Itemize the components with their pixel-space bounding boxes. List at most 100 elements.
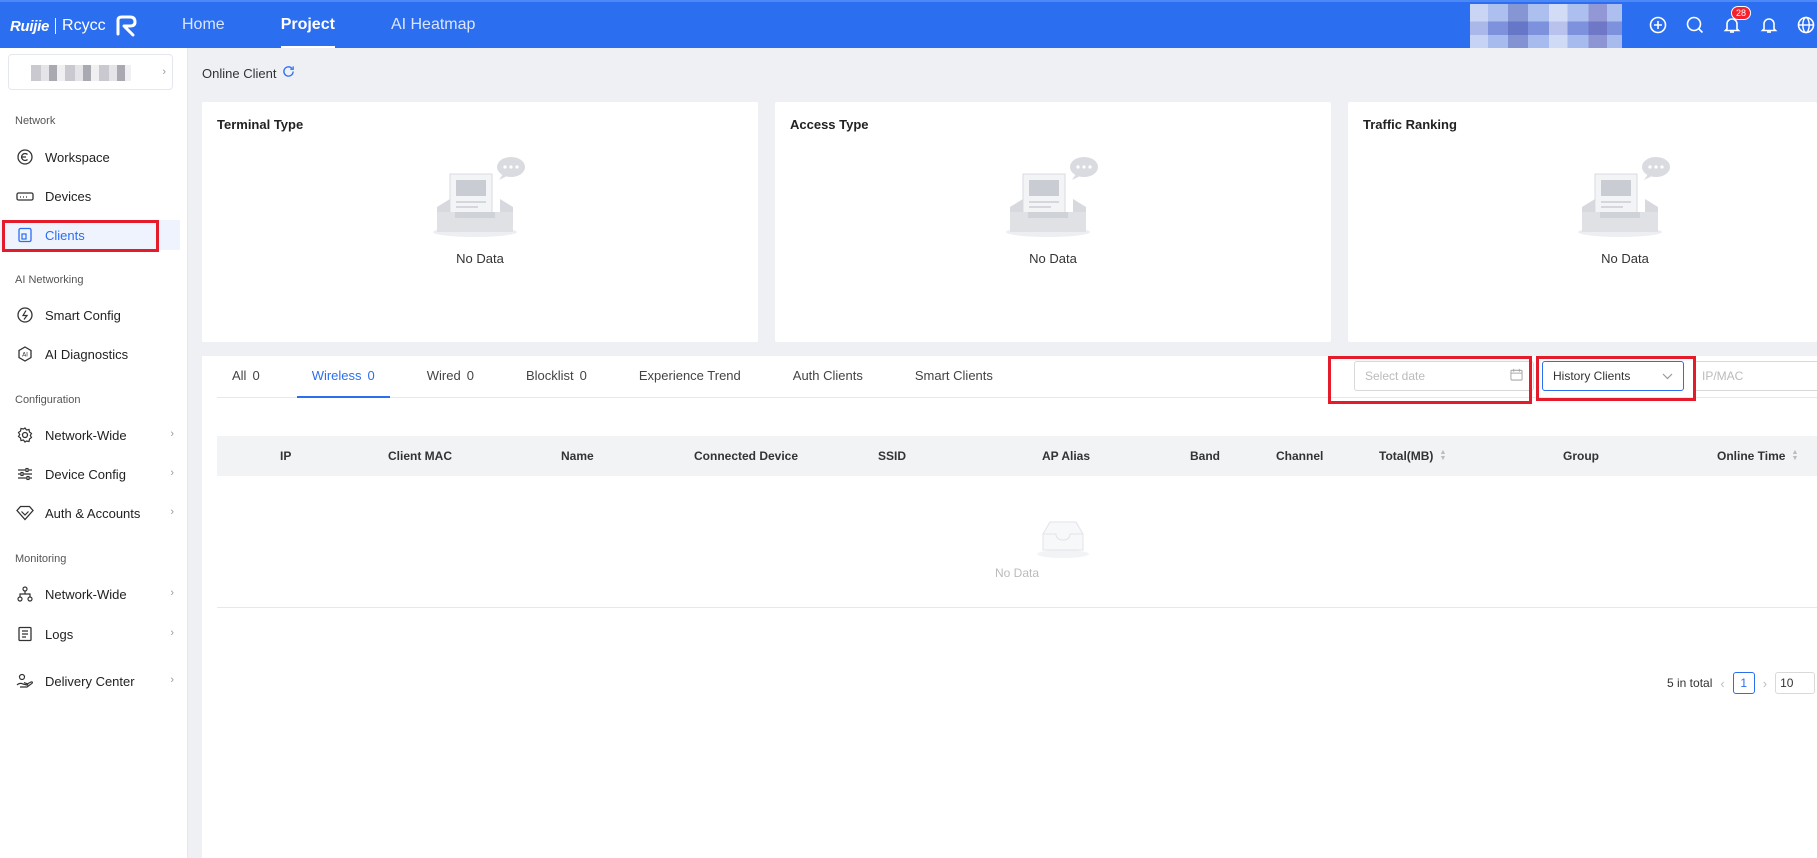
tab-wired[interactable]: Wired 0 (412, 356, 489, 398)
col-channel: Channel (1276, 449, 1324, 463)
col-ap-alias: AP Alias (1042, 449, 1091, 463)
col-label: Total(MB) (1379, 449, 1434, 463)
ip-mac-search-input[interactable]: IP/MAC (1693, 361, 1817, 391)
sidebar-item-smart-config[interactable]: Smart Config (0, 300, 180, 330)
table-empty-text: No Data (994, 566, 1040, 580)
section-network: Network (15, 115, 56, 127)
chevron-right-icon: › (170, 674, 174, 686)
section-monitoring: Monitoring (15, 553, 67, 565)
empty-state: No Data (420, 152, 540, 266)
col-name: Name (561, 449, 594, 463)
card-title: Terminal Type (217, 117, 304, 132)
sidebar-item-label: Smart Config (45, 307, 121, 323)
tab-smart-clients[interactable]: Smart Clients (900, 356, 1008, 398)
sidebar-item-delivery-center[interactable]: Delivery Center › (0, 666, 180, 696)
sidebar-item-devices[interactable]: Devices (0, 181, 180, 211)
logo-product: Rcycc (62, 17, 106, 34)
empty-inbox-icon (1578, 157, 1670, 237)
chevron-right-icon: › (162, 66, 166, 78)
account-avatar[interactable] (1470, 4, 1622, 48)
delivery-icon (16, 672, 34, 690)
sidebar-item-label: Workspace (45, 149, 110, 165)
sidebar-item-label: Clients (45, 227, 85, 243)
tab-all[interactable]: All 0 (217, 356, 275, 398)
tab-label: Wireless (311, 368, 362, 383)
tab-auth-clients[interactable]: Auth Clients (778, 356, 878, 398)
page-number[interactable]: 1 (1732, 672, 1755, 694)
notification-badge: 28 (1731, 6, 1752, 20)
tab-wireless[interactable]: Wireless 0 (296, 356, 390, 398)
tab-label: Blocklist (525, 368, 574, 383)
sidebar-item-device-config[interactable]: Device Config › (0, 459, 180, 489)
add-icon[interactable] (1647, 14, 1669, 36)
chevron-right-icon: › (170, 506, 174, 518)
card-title: Access Type (790, 117, 869, 132)
empty-state: No Data (1565, 152, 1685, 266)
project-name-redacted (31, 65, 131, 81)
project-selector[interactable]: › (8, 54, 173, 90)
tab-blocklist[interactable]: Blocklist 0 (511, 356, 602, 398)
card-access-type: Access Type No Data (775, 102, 1331, 342)
refresh-icon[interactable] (282, 65, 295, 81)
empty-inbox-icon (433, 157, 525, 237)
chevron-right-icon: › (170, 467, 174, 479)
topology-icon (16, 585, 34, 603)
sidebar-item-label: AI Diagnostics (45, 346, 129, 362)
col-label: Online Time (1717, 449, 1786, 463)
col-ssid: SSID (878, 449, 907, 463)
empty-text: No Data (456, 251, 504, 266)
date-picker[interactable]: Select date (1354, 361, 1534, 391)
tab-label: All (232, 368, 247, 383)
sidebar-item-network-wide-monitor[interactable]: Network-Wide › (0, 579, 180, 609)
sidebar-item-label: Device Config (45, 466, 126, 482)
chevron-right-icon: › (170, 627, 174, 639)
logo-brand: Ruijie (10, 17, 50, 35)
top-bar: Ruijie Rcycc Home Project AI Heatmap 28 (0, 0, 1817, 48)
chevron-down-icon (1662, 369, 1673, 383)
table-empty-state: No Data (217, 476, 1817, 608)
tab-count: 0 (466, 368, 474, 383)
card-terminal-type: Terminal Type No Data (202, 102, 758, 342)
gear-icon (16, 426, 34, 444)
sidebar-item-workspace[interactable]: Workspace (0, 142, 180, 172)
nav-home[interactable]: Home (182, 2, 225, 48)
col-total-mb[interactable]: Total(MB) ▲ ▼ (1379, 436, 1446, 476)
diamond-icon (16, 504, 34, 522)
globe-icon[interactable] (1795, 14, 1817, 36)
empty-box-icon (1037, 521, 1089, 558)
col-online-time[interactable]: Online Time ▲ ▼ (1717, 436, 1798, 476)
sidebar-item-label: Logs (45, 626, 74, 642)
search-icon[interactable] (1684, 14, 1706, 36)
col-group: Group (1563, 449, 1599, 463)
main-nav: Home Project AI Heatmap (182, 2, 531, 48)
prev-page-icon[interactable]: ‹ (1720, 676, 1724, 691)
notification-bell-icon[interactable]: 28 (1721, 6, 1752, 36)
sidebar-item-logs[interactable]: Logs › (0, 619, 180, 649)
tab-experience-trend[interactable]: Experience Trend (624, 356, 756, 398)
sort-icon: ▲ ▼ (1439, 449, 1447, 462)
empty-state: No Data (993, 152, 1113, 266)
empty-inbox-icon (1006, 157, 1098, 237)
page-title: Online Client (202, 65, 277, 81)
client-type-value: History Clients (1553, 369, 1631, 383)
chevron-right-icon: › (170, 587, 174, 599)
logo[interactable]: Ruijie Rcycc (10, 13, 140, 39)
nav-project[interactable]: Project (280, 2, 336, 48)
sidebar-item-clients[interactable]: Clients (0, 220, 180, 250)
page-size-select[interactable]: 10 (1775, 672, 1816, 694)
client-type-select[interactable]: History Clients (1542, 361, 1684, 391)
sidebar-item-network-wide-config[interactable]: Network-Wide › (0, 420, 180, 450)
sidebar-item-auth-accounts[interactable]: Auth & Accounts › (0, 498, 180, 528)
next-page-icon[interactable]: › (1763, 676, 1767, 691)
sidebar-item-label: Auth & Accounts (45, 505, 141, 521)
sidebar-item-ai-diagnostics[interactable]: AI AI Diagnostics (0, 339, 180, 369)
main-content: Online Client Terminal Type No Data Acce… (202, 48, 1817, 858)
nav-ai-heatmap[interactable]: AI Heatmap (391, 2, 475, 48)
tab-count: 0 (252, 368, 260, 383)
alarm-bell-icon[interactable] (1758, 14, 1780, 36)
tab-count: 0 (579, 368, 587, 383)
breadcrumb: Online Client (202, 65, 295, 81)
client-list-panel: All 0 Wireless 0 Wired 0 Blocklist 0 Experie… (202, 356, 1817, 858)
section-ai-networking: AI Networking (15, 274, 84, 286)
sidebar-item-label: Network-Wide (45, 586, 127, 602)
